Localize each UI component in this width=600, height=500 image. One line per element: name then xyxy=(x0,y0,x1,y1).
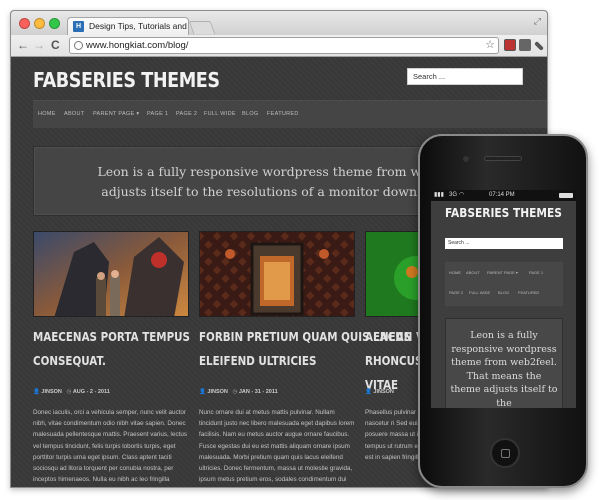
zoom-window-button[interactable] xyxy=(49,18,60,29)
mobile-site-logo[interactable]: FABSERIES THEMES xyxy=(445,205,562,220)
battery-icon xyxy=(559,193,573,198)
iphone-mockup: ▮▮▮ 3G ◠ 07:14 PM FABSERIES THEMES Searc… xyxy=(418,134,588,488)
reload-icon[interactable]: C xyxy=(51,37,60,53)
home-button[interactable] xyxy=(490,438,520,468)
nav-featured[interactable]: FEATURED xyxy=(267,111,299,117)
carrier-label: 3G xyxy=(449,192,458,198)
mobile-intro-text: Leon is a fully responsive wordpress the… xyxy=(450,330,558,408)
screenshot-stage: H Design Tips, Tutorials and In ⤢ ← → C … xyxy=(0,0,600,500)
browser-toolbar: ← → C www.hongkiat.com/blog/ ☆ xyxy=(11,35,547,57)
post-author[interactable]: JINSON xyxy=(41,389,61,395)
nav-about[interactable]: ABOUT xyxy=(64,111,84,117)
nav-page-1[interactable]: PAGE 1 xyxy=(147,111,168,117)
post-author[interactable]: JINSON xyxy=(207,389,227,395)
extension-tools-icon[interactable] xyxy=(519,39,531,51)
extension-camera-icon[interactable] xyxy=(504,39,516,51)
post-meta: 👤 JINSON xyxy=(365,389,394,395)
mobile-nav-parent-page[interactable]: PARENT PAGE ▾ xyxy=(487,270,518,275)
post-title-line: MAECENAS PORTA TEMPUS xyxy=(33,330,190,344)
post-thumbnail-image xyxy=(200,232,354,316)
post-title[interactable]: FORBIN PRETIUM QUAM QUIS LACUS ELEIFEND … xyxy=(199,325,412,373)
address-bar[interactable]: www.hongkiat.com/blog/ ☆ xyxy=(69,37,499,54)
new-tab-button[interactable] xyxy=(188,21,216,34)
speaker-grille xyxy=(484,156,522,161)
mobile-nav-home[interactable]: HOME xyxy=(449,270,461,275)
post-date: AUG - 2 - 2011 xyxy=(72,389,110,395)
signal-icon: ▮▮▮ xyxy=(434,192,444,198)
globe-icon xyxy=(74,41,83,50)
minimize-window-button[interactable] xyxy=(34,18,45,29)
post-excerpt: Donec iaculis, orci a vehicula semper, n… xyxy=(33,409,188,484)
post-title[interactable]: MAECENAS PORTA TEMPUS CONSEQUAT. xyxy=(33,325,190,373)
post-title-line: ELEIFEND ULTRICIES xyxy=(199,354,317,368)
nav-blog[interactable]: BLOG xyxy=(242,111,258,117)
wifi-icon: ◠ xyxy=(459,192,465,198)
author-icon: 👤 xyxy=(365,389,372,395)
post-meta: 👤 JINSON ◷ AUG - 2 - 2011 xyxy=(33,389,110,395)
back-icon[interactable]: ← xyxy=(17,37,29,53)
mobile-intro-box: Leon is a fully responsive wordpress the… xyxy=(445,318,563,408)
mobile-nav-about[interactable]: ABOUT xyxy=(466,270,480,275)
clock-icon: ◷ xyxy=(66,389,72,395)
mobile-nav-full-wide[interactable]: FULL WIDE xyxy=(469,290,490,295)
site-search-input[interactable]: Search ... xyxy=(407,68,523,85)
close-window-button[interactable] xyxy=(19,18,30,29)
phone-screen: ▮▮▮ 3G ◠ 07:14 PM FABSERIES THEMES Searc… xyxy=(431,190,576,408)
clock-icon: ◷ xyxy=(232,389,238,395)
browser-titlebar: H Design Tips, Tutorials and In ⤢ xyxy=(11,11,547,35)
camera-icon xyxy=(463,156,469,162)
post-author[interactable]: JINSON xyxy=(373,389,393,395)
mobile-nav-page-2[interactable]: PAGE 2 xyxy=(449,290,463,295)
post-date: JAN - 31 - 2011 xyxy=(238,389,278,395)
author-icon: 👤 xyxy=(199,389,206,395)
bookmark-star-icon[interactable]: ☆ xyxy=(485,38,495,53)
favicon-icon: H xyxy=(73,21,84,32)
post-excerpt: Nunc ornare dui at metus mattis pulvinar… xyxy=(199,409,355,484)
post-thumbnail-image xyxy=(34,232,188,316)
nav-home[interactable]: HOME xyxy=(38,111,56,117)
phone-status-bar: ▮▮▮ 3G ◠ 07:14 PM xyxy=(431,190,576,201)
mobile-nav-page-1[interactable]: PAGE 1 xyxy=(529,270,543,275)
site-navigation: HOME ABOUT PARENT PAGE ▾ PAGE 1 PAGE 2 F… xyxy=(33,100,547,128)
wrench-icon[interactable] xyxy=(534,41,544,51)
status-time: 07:14 PM xyxy=(489,192,515,198)
address-bar-url: www.hongkiat.com/blog/ xyxy=(86,40,189,51)
mobile-search-input[interactable]: Search ... xyxy=(445,238,563,249)
mobile-nav-blog[interactable]: BLOG xyxy=(498,290,509,295)
forward-icon[interactable]: → xyxy=(33,37,45,53)
nav-full-wide[interactable]: FULL WIDE xyxy=(204,111,236,117)
author-icon: 👤 xyxy=(33,389,40,395)
post-title-line: FORBIN PRETIUM QUAM QUIS LACUS xyxy=(199,330,412,344)
post-meta: 👤 JINSON ◷ JAN - 31 - 2011 xyxy=(199,389,278,395)
fullscreen-icon[interactable]: ⤢ xyxy=(534,16,541,27)
home-square-icon xyxy=(501,449,510,458)
post-title-line: CONSEQUAT. xyxy=(33,354,106,368)
browser-tab[interactable]: H Design Tips, Tutorials and In xyxy=(67,17,189,35)
nav-page-2[interactable]: PAGE 2 xyxy=(176,111,197,117)
post-thumbnail-door[interactable] xyxy=(199,231,355,317)
mobile-navigation: HOME ABOUT PARENT PAGE ▾ PAGE 1 PAGE 2 F… xyxy=(445,262,563,306)
site-logo[interactable]: FABSERIES THEMES xyxy=(33,68,220,92)
tab-title: Design Tips, Tutorials and In xyxy=(89,21,189,31)
mobile-nav-featured[interactable]: FEATURED xyxy=(518,290,539,295)
nav-parent-page[interactable]: PARENT PAGE ▾ xyxy=(93,111,139,117)
post-thumbnail-robots[interactable] xyxy=(33,231,189,317)
